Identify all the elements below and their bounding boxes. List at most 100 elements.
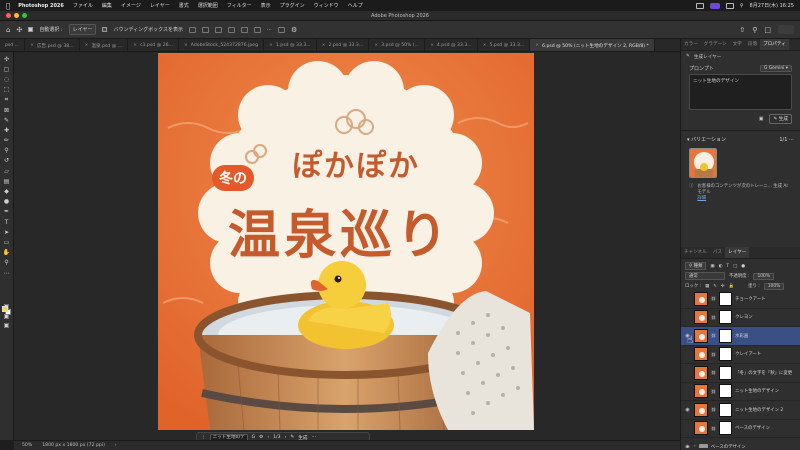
link-icon[interactable]: ⛓ (711, 370, 716, 375)
layer-row[interactable]: ◉ ⛓ 水彩画 (681, 327, 800, 346)
document-info[interactable]: 1800 px x 1800 px (72 ppi) (42, 443, 105, 448)
layer-name[interactable]: クレイアート (735, 351, 761, 357)
panel-tab[interactable]: 文字 (730, 39, 745, 50)
layer-name[interactable]: ベースのデザイン (711, 444, 746, 448)
align-left-icon[interactable] (188, 26, 196, 33)
document-tab[interactable]: × AdobeStock_524372876.jpeg (179, 39, 265, 51)
eyedropper-icon[interactable]: ✎ (2, 116, 11, 125)
workspace-icon[interactable]: □ (764, 26, 771, 34)
menu-item[interactable]: プラグイン (280, 2, 305, 9)
layer-row[interactable]: ⛓ ニット生地のデザイン (681, 383, 800, 401)
path-select-icon[interactable]: ➤ (2, 228, 11, 237)
layer-row[interactable]: ⛓ クレイアート (681, 346, 800, 364)
link-icon[interactable]: ⛓ (711, 315, 716, 320)
share-button[interactable] (778, 25, 794, 34)
layer-name[interactable]: ニット生地のデザイン (735, 388, 779, 394)
link-icon[interactable]: ⛓ (711, 389, 716, 394)
align-bottom-icon[interactable] (253, 26, 261, 33)
document-tab[interactable]: × 1.psd @ 33.3... (264, 39, 317, 51)
type-icon[interactable]: T (2, 218, 11, 227)
close-tab-icon[interactable]: × (430, 43, 434, 48)
filter-adjust-icon[interactable]: ◐ (719, 264, 723, 269)
3d-mode-icon[interactable] (277, 26, 285, 33)
fill-input[interactable]: 100% (763, 282, 785, 290)
move-tool-icon[interactable]: ✣ (2, 55, 11, 64)
close-tab-icon[interactable]: × (483, 43, 487, 48)
layer-row[interactable]: ⛓ チョークアート (681, 290, 800, 309)
clock[interactable]: 8月27日(木) 16:25 (750, 2, 794, 9)
layer-thumbnail[interactable] (694, 328, 708, 343)
object-select-icon[interactable]: ⬚ (2, 85, 11, 94)
rectangle-icon[interactable]: ▭ (2, 238, 11, 247)
edit-toolbar-icon[interactable]: ▣ (2, 321, 11, 330)
auto-select-checkbox[interactable] (28, 27, 34, 32)
layer-mask-thumbnail[interactable] (719, 384, 733, 399)
wifi-icon[interactable] (725, 2, 734, 9)
panel-tab[interactable]: グラデーシ (701, 39, 730, 50)
menu-item[interactable]: 書式 (179, 2, 189, 9)
control-center-icon[interactable] (709, 2, 720, 9)
layer-name[interactable]: ニット生地のデザイン 2 (735, 407, 783, 413)
filter-type-icon[interactable]: T (726, 264, 729, 269)
close-tab-icon[interactable]: × (133, 43, 137, 48)
menu-item[interactable]: 選択範囲 (198, 2, 218, 9)
close-tab-icon[interactable]: × (85, 43, 89, 48)
layer-name[interactable]: 「冬」の文字を「秋」に変更 (735, 370, 792, 376)
variation-thumbnail[interactable] (689, 148, 717, 178)
link-icon[interactable]: ⛓ (711, 352, 716, 357)
artboard-icon[interactable]: ▢ (2, 65, 11, 74)
lock-all-icon[interactable]: 🔒 (729, 284, 734, 289)
document-tab[interactable]: × c1.psd @ 26... (128, 39, 179, 51)
layers-tab[interactable]: パス (710, 247, 725, 258)
filter-shape-icon[interactable]: □ (733, 264, 737, 269)
clone-stamp-icon[interactable]: ⚲ (2, 146, 11, 155)
pen-icon[interactable]: ✒ (2, 207, 11, 216)
layer-name[interactable]: 水彩画 (735, 333, 748, 339)
layer-thumbnail[interactable] (694, 402, 708, 417)
layer-mask-thumbnail[interactable] (719, 310, 733, 325)
layer-mask-thumbnail[interactable] (719, 291, 733, 306)
align-right-icon[interactable] (214, 26, 222, 33)
layer-mask-thumbnail[interactable] (719, 328, 733, 343)
properties-generate-button[interactable]: ✎ 生成 (769, 114, 792, 124)
lasso-icon[interactable]: ◌ (2, 75, 11, 84)
filter-pixel-icon[interactable]: ▣ (710, 264, 714, 269)
menu-item[interactable]: 表示 (261, 2, 271, 9)
apple-menu-icon[interactable]:  (6, 2, 10, 10)
more-tools-icon[interactable]: ⋯ (2, 269, 11, 278)
home-icon[interactable]: ⌂ (6, 26, 10, 34)
layer-mask-thumbnail[interactable] (719, 421, 733, 436)
canvas-workspace[interactable]: ぽかぽか 冬の 温泉巡り (14, 52, 680, 440)
crop-icon[interactable]: ⌗ (2, 95, 11, 104)
document-tab-active[interactable]: × 6.psd @ 50% (ニット生地のデザイン 2, RGB/8) * (530, 39, 655, 51)
layer-thumbnail[interactable] (694, 347, 708, 362)
menu-item[interactable]: 編集 (102, 2, 112, 9)
healing-brush-icon[interactable]: ✚ (2, 126, 11, 135)
layer-mask-thumbnail[interactable] (719, 347, 733, 362)
layer-row[interactable]: ⛓ クレヨン (681, 309, 800, 327)
panel-tab[interactable]: 段落 (745, 39, 760, 50)
visibility-eye-icon[interactable]: ◉ (684, 407, 691, 413)
panel-tab[interactable]: カラー (681, 39, 701, 50)
link-icon[interactable]: ⛓ (711, 407, 716, 412)
brush-icon[interactable]: ✏ (2, 136, 11, 145)
close-tab-icon[interactable]: × (374, 43, 378, 48)
lock-move-icon[interactable]: ✣ (721, 284, 725, 289)
auto-select-dropdown[interactable]: レイヤー (68, 24, 97, 35)
layer-name[interactable]: クレヨン (735, 314, 753, 320)
blend-mode-dropdown[interactable]: 通常 (685, 272, 725, 280)
bounding-box-checkbox[interactable] (102, 27, 108, 32)
close-tab-icon[interactable]: × (269, 43, 273, 48)
document-tab[interactable]: × 3.psd @ 50% (... (369, 39, 426, 51)
color-swatches[interactable] (2, 306, 12, 316)
zoom-level[interactable]: 50% (22, 443, 32, 448)
eraser-icon[interactable]: ▱ (2, 167, 11, 176)
layer-group-row[interactable]: ◉ › ベースのデザイン (681, 438, 800, 448)
document-tab[interactable]: × 広告.psd @ 38... (25, 39, 80, 51)
link-icon[interactable]: ⛓ (711, 426, 716, 431)
document-canvas[interactable]: ぽかぽか 冬の 温泉巡り (158, 53, 534, 430)
document-tab[interactable]: psd ... (0, 39, 26, 51)
panel-tab[interactable]: プロパティ (760, 39, 789, 50)
learn-more-link[interactable]: 詳細 (697, 196, 706, 201)
link-icon[interactable]: ⛓ (711, 296, 716, 301)
